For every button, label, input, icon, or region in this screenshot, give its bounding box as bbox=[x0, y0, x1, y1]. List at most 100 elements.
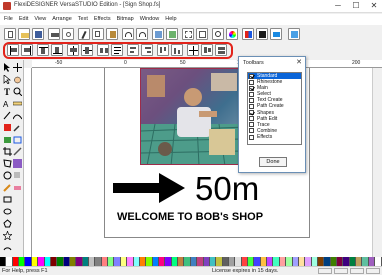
cut-icon[interactable] bbox=[78, 28, 90, 40]
bitmap-photo[interactable] bbox=[140, 68, 244, 165]
menu-window[interactable]: Window bbox=[140, 15, 160, 24]
color-wheel-icon[interactable] bbox=[226, 28, 238, 40]
eyedropper-icon[interactable] bbox=[13, 123, 22, 132]
copy-icon[interactable] bbox=[92, 28, 104, 40]
horizontal-ruler[interactable]: -50 0 50 100 150 200 bbox=[32, 60, 382, 68]
checkbox-icon[interactable] bbox=[249, 79, 254, 85]
paste-icon[interactable] bbox=[106, 28, 118, 40]
toolbar-list[interactable]: Standard Rhinestone Main Select Text Cre… bbox=[247, 72, 302, 145]
contour-tool-icon[interactable] bbox=[3, 171, 12, 180]
color-swatch[interactable] bbox=[375, 257, 382, 266]
import-icon[interactable] bbox=[152, 28, 164, 40]
text-baseline-icon[interactable]: A bbox=[3, 99, 12, 109]
ruler-label: 0 bbox=[124, 60, 127, 66]
app-window: FlexiDESIGNER VersaSTUDIO Edition - [Sig… bbox=[0, 0, 382, 275]
checkbox-icon[interactable] bbox=[249, 104, 254, 110]
grid-view-icon[interactable] bbox=[182, 28, 194, 40]
pencil-icon[interactable] bbox=[3, 183, 12, 192]
checkbox-icon[interactable] bbox=[249, 116, 254, 122]
toolbar-item-effects[interactable]: Effects bbox=[248, 134, 301, 140]
pan-hand-icon[interactable] bbox=[13, 75, 22, 84]
toolbar-item-label: Text Create bbox=[257, 97, 283, 104]
minimize-button[interactable]: ─ bbox=[330, 0, 346, 12]
dialog-close-icon[interactable]: ✕ bbox=[296, 58, 302, 66]
select-arrow-icon[interactable] bbox=[3, 63, 12, 72]
undo-icon[interactable] bbox=[122, 28, 134, 40]
menu-help[interactable]: Help bbox=[165, 15, 176, 24]
sign-welcome-text[interactable]: WELCOME TO BOB's SHOP bbox=[117, 211, 263, 223]
checkbox-icon[interactable] bbox=[249, 134, 254, 140]
vertical-scrollbar[interactable] bbox=[372, 68, 382, 257]
checkbox-icon[interactable] bbox=[249, 85, 254, 91]
eraser-icon[interactable] bbox=[13, 183, 22, 192]
status-help-text: For Help, press F1 bbox=[2, 268, 48, 274]
outline-tool-icon[interactable] bbox=[13, 135, 22, 144]
close-button[interactable]: ✕ bbox=[366, 0, 382, 12]
layers-icon[interactable] bbox=[288, 28, 300, 40]
print-preview-icon[interactable] bbox=[62, 28, 74, 40]
checkbox-icon[interactable] bbox=[249, 91, 254, 97]
new-file-icon[interactable] bbox=[4, 28, 16, 40]
distort-tool-icon[interactable] bbox=[3, 159, 12, 168]
blend-tool-icon[interactable] bbox=[13, 159, 22, 168]
pen-tool-icon[interactable] bbox=[3, 111, 12, 120]
zoom-icon[interactable] bbox=[212, 28, 224, 40]
sign-distance-text[interactable]: 50m bbox=[195, 171, 259, 207]
star-tool-icon[interactable] bbox=[2, 230, 13, 241]
send-to-cutter-icon[interactable] bbox=[270, 28, 282, 40]
checkbox-icon[interactable] bbox=[249, 110, 254, 116]
status-indicator bbox=[318, 268, 332, 274]
text-tool-icon[interactable]: T bbox=[3, 87, 12, 97]
checkbox-icon[interactable] bbox=[249, 122, 254, 128]
menu-bitmap[interactable]: Bitmap bbox=[117, 15, 134, 24]
shape-tool-icon[interactable] bbox=[3, 123, 12, 132]
maximize-button[interactable]: ☐ bbox=[348, 0, 364, 12]
spot-color-icon[interactable] bbox=[242, 28, 254, 40]
bezier-icon[interactable] bbox=[12, 111, 23, 120]
crop-tool-icon[interactable] bbox=[3, 147, 12, 156]
toolbar-item-label: Standard bbox=[257, 73, 278, 79]
save-icon[interactable] bbox=[32, 28, 44, 40]
toolbar-item-label: Combine bbox=[257, 127, 278, 134]
toolbar-item-label: Path Create bbox=[257, 103, 284, 110]
done-button[interactable]: Done bbox=[259, 157, 287, 167]
knife-tool-icon[interactable] bbox=[13, 147, 22, 156]
cut-contour-icon[interactable] bbox=[256, 28, 268, 40]
menu-file[interactable]: File bbox=[4, 15, 13, 24]
table-view-icon[interactable] bbox=[196, 28, 208, 40]
menu-text[interactable]: Text bbox=[78, 15, 88, 24]
shadow-tool-icon[interactable] bbox=[13, 171, 22, 180]
ruler-icon[interactable] bbox=[12, 99, 23, 108]
toolbar-item-label: Main bbox=[257, 85, 268, 92]
move-icon[interactable] bbox=[13, 63, 22, 72]
fill-tool-icon[interactable] bbox=[3, 135, 12, 144]
open-folder-icon[interactable] bbox=[18, 28, 30, 40]
vertical-ruler[interactable] bbox=[24, 68, 32, 257]
menu-view[interactable]: View bbox=[34, 15, 46, 24]
ruler-label: -50 bbox=[55, 60, 63, 66]
toolbar-item-label: Rhinestone bbox=[257, 79, 283, 86]
arc-tool-icon[interactable] bbox=[3, 243, 12, 252]
polygon-tool-icon[interactable] bbox=[3, 219, 12, 228]
standard-toolbar bbox=[0, 26, 382, 42]
checkbox-icon[interactable] bbox=[249, 97, 254, 103]
rectangle-tool-icon[interactable] bbox=[3, 195, 12, 204]
toolbar-item-label: Effects bbox=[257, 133, 273, 140]
zoom-tool-icon[interactable] bbox=[13, 87, 23, 97]
toolbar-item-label: Trace bbox=[257, 121, 270, 128]
dialog-title: Toolbars bbox=[243, 60, 264, 66]
export-icon[interactable] bbox=[166, 28, 178, 40]
menu-arrange[interactable]: Arrange bbox=[52, 15, 72, 24]
app-icon bbox=[3, 2, 11, 10]
drawing-canvas[interactable]: 50m WELCOME TO BOB's SHOP bbox=[32, 68, 375, 257]
ellipse-tool-icon[interactable] bbox=[3, 207, 12, 216]
node-edit-icon[interactable] bbox=[3, 74, 12, 85]
checkbox-icon[interactable] bbox=[249, 73, 254, 79]
menu-effects[interactable]: Effects bbox=[94, 15, 111, 24]
menu-edit[interactable]: Edit bbox=[19, 15, 28, 24]
checkbox-icon[interactable] bbox=[249, 128, 254, 134]
print-icon[interactable] bbox=[48, 28, 60, 40]
arrow-graphic[interactable] bbox=[113, 173, 185, 203]
redo-icon[interactable] bbox=[136, 28, 148, 40]
toolbar-item-label: Path Edit bbox=[257, 115, 278, 122]
